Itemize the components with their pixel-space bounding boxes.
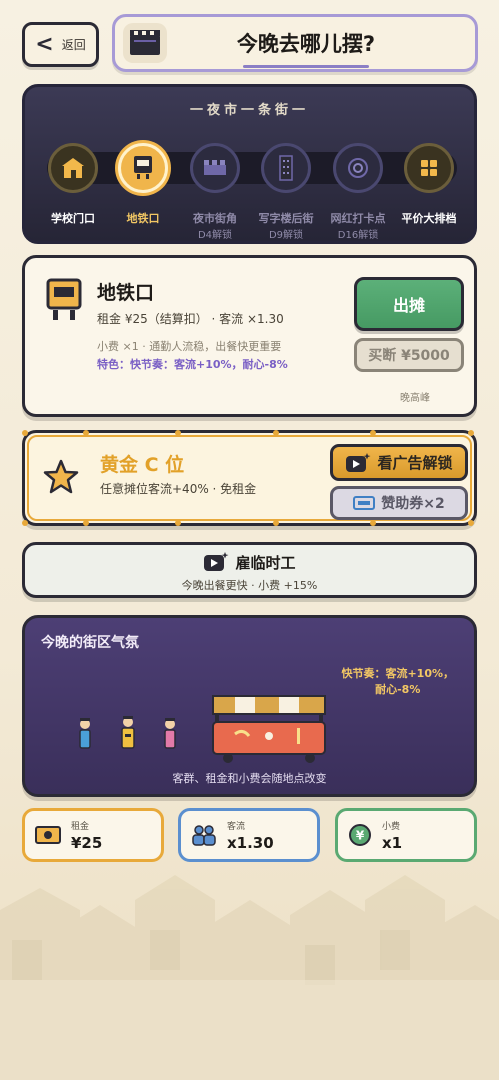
office-building-icon xyxy=(279,155,293,181)
title-underline xyxy=(243,65,369,68)
light-dot xyxy=(22,430,28,436)
street-map: 一夜市一条街一 学校门口 地铁口 夜市街角 D4解锁 写字楼后街 D9解锁 网红… xyxy=(22,84,477,244)
street-track xyxy=(47,152,457,184)
back-button[interactable]: < 返回 xyxy=(22,22,99,67)
gold-slot-title: 黄金 C 位 xyxy=(100,454,185,476)
clapperboard-icon xyxy=(123,23,167,63)
light-dot xyxy=(273,430,279,436)
target-spot-icon xyxy=(348,158,368,178)
watch-ad-unlock-button[interactable]: 看广告解锁 xyxy=(330,444,468,481)
subway-icon xyxy=(45,278,83,326)
hire-title-row: 雇临时工 xyxy=(25,551,474,573)
gold-slot-card: 黄金 C 位 任意摊位客流+40% · 免租金 看广告解锁 赞助券×2 xyxy=(22,430,477,526)
location-rent-traffic: 租金 ¥25（结算扣） · 客流 ×1.30 xyxy=(97,312,284,326)
stat-traffic-value: x1.30 xyxy=(227,833,274,852)
svg-text:¥: ¥ xyxy=(356,829,365,843)
people-icon xyxy=(192,825,216,846)
light-dot xyxy=(83,520,89,526)
stat-rent-value: ¥25 xyxy=(71,833,103,852)
light-dot xyxy=(83,430,89,436)
atmosphere-note: 快节奏：客流+10%， 耐心-8% xyxy=(341,666,454,698)
light-dot xyxy=(22,520,28,526)
school-icon xyxy=(62,158,84,178)
atmosphere-panel: 今晚的街区气氛 快节奏：客流+10%， 耐心-8% 客群、租金和小费会随地点改变 xyxy=(22,615,477,797)
buyout-button[interactable]: 买断 ¥5000 xyxy=(354,338,464,372)
location-node-office[interactable] xyxy=(261,143,311,193)
light-dot xyxy=(175,430,181,436)
food-grid-icon xyxy=(421,160,437,176)
stat-tips-value: x1 xyxy=(382,833,403,852)
ticket-icon xyxy=(353,496,376,510)
light-dot xyxy=(273,520,279,526)
peak-hours-label: 晚高峰 xyxy=(400,393,430,404)
customer-figure xyxy=(164,718,176,749)
star-icon xyxy=(43,459,79,499)
light-dot xyxy=(370,520,376,526)
market-stall-icon xyxy=(204,160,226,175)
location-node-night-market[interactable] xyxy=(190,143,240,193)
stat-traffic-key: 客流 xyxy=(227,821,246,832)
street-title: 一夜市一条街一 xyxy=(189,103,309,118)
background-houses xyxy=(0,875,499,1080)
sponsor-coupon-button[interactable]: 赞助券×2 xyxy=(330,486,468,520)
money-icon xyxy=(35,826,61,844)
street-scene-illustration xyxy=(79,695,326,763)
yen-coin-icon: ¥ xyxy=(349,824,371,846)
stat-tips-key: 小费 xyxy=(382,821,401,832)
light-dot xyxy=(468,430,474,436)
light-dot xyxy=(175,520,181,526)
location-node-subway[interactable] xyxy=(118,143,168,193)
atmosphere-note-line2: 耐心-8% xyxy=(375,683,421,696)
hire-subtitle: 今晚出餐更快 · 小费 +15% xyxy=(181,579,318,592)
hire-title: 雇临时工 xyxy=(235,553,296,572)
location-node-school[interactable] xyxy=(48,143,98,193)
location-description: 小费 ×1 · 通勤人流稳，出餐快更重要 xyxy=(97,340,282,353)
subway-icon xyxy=(134,156,152,179)
page-title: 今晚去哪儿摆? xyxy=(236,32,376,56)
light-dot xyxy=(370,430,376,436)
light-dot xyxy=(468,520,474,526)
food-cart xyxy=(212,695,326,763)
stat-tips: ¥ 小费 x1 xyxy=(335,808,477,862)
sponsor-coupon-label: 赞助券×2 xyxy=(381,496,445,512)
start-stall-button[interactable]: 出摊 xyxy=(354,277,464,331)
stat-rent: 租金 ¥25 xyxy=(22,808,164,862)
watch-ad-label: 看广告解锁 xyxy=(377,454,453,472)
location-name: 地铁口 xyxy=(97,282,155,304)
node-unlock-influencer: D16解锁 xyxy=(337,230,379,241)
stat-traffic: 客流 x1.30 xyxy=(178,808,320,862)
location-feature: 特色：快节奏：客流+10%，耐心-8% xyxy=(97,358,288,371)
stat-rent-key: 租金 xyxy=(71,821,90,832)
video-play-icon xyxy=(204,552,229,571)
location-node-food-stall[interactable] xyxy=(404,143,454,193)
atmosphere-note-line1: 快节奏：客流+10%， xyxy=(341,667,454,680)
location-node-influencer[interactable] xyxy=(333,143,383,193)
back-label: 返回 xyxy=(61,38,86,52)
customer-figure xyxy=(79,718,91,749)
atmosphere-title: 今晚的街区气氛 xyxy=(41,635,139,651)
location-card: 地铁口 租金 ¥25（结算扣） · 客流 ×1.30 小费 ×1 · 通勤人流稳… xyxy=(22,255,477,417)
video-play-icon xyxy=(346,452,371,472)
hire-worker-button[interactable]: 雇临时工 今晚出餐更快 · 小费 +15% xyxy=(22,542,477,598)
node-label-food-stall: 平价大排档 xyxy=(401,212,457,225)
title-bar: 今晚去哪儿摆? xyxy=(112,14,478,72)
customer-figure xyxy=(121,716,135,749)
atmosphere-footer: 客群、租金和小费会随地点改变 xyxy=(172,772,327,785)
gold-slot-subtitle: 任意摊位客流+40% · 免租金 xyxy=(100,482,257,496)
chevron-left-icon: < xyxy=(35,31,54,57)
